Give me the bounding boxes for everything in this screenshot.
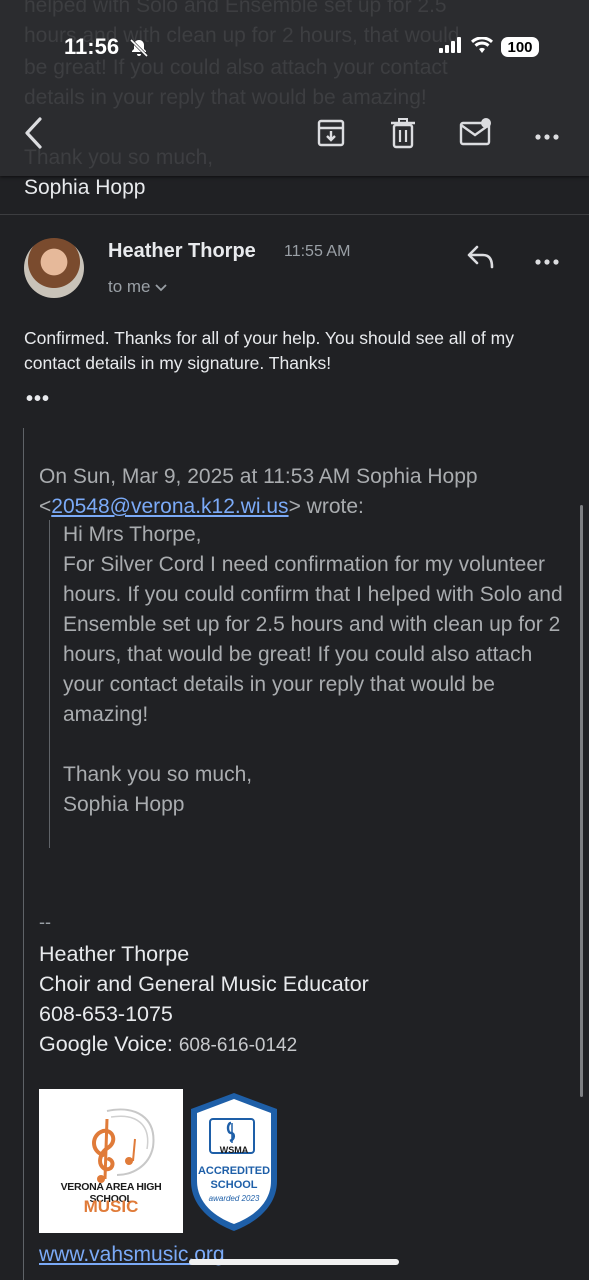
recipient-toggle[interactable]: to me bbox=[108, 277, 167, 297]
school-music-logo: VERONA AREA HIGH SCHOOL MUSIC bbox=[39, 1089, 183, 1233]
home-indicator[interactable] bbox=[189, 1259, 399, 1265]
avatar[interactable] bbox=[24, 238, 84, 298]
sender-name[interactable]: Heather Thorpe bbox=[108, 240, 256, 263]
signature-name: Heather Thorpe bbox=[39, 942, 190, 966]
inner-quote-rail bbox=[49, 520, 50, 848]
signature-title: Choir and General Music Educator bbox=[39, 972, 369, 996]
message-time: 11:55 AM bbox=[284, 243, 351, 260]
wsma-accredited-badge: WSMA ACCREDITED SCHOOL awarded 2023 bbox=[183, 1089, 285, 1233]
message-more-icon[interactable] bbox=[535, 253, 559, 271]
quoted-paragraph: For Silver Cord I need confirmation for … bbox=[63, 553, 563, 726]
sender-email-link[interactable]: 20548@verona.k12.wi.us bbox=[51, 495, 288, 518]
badge-line-3: awarded 2023 bbox=[208, 1194, 260, 1203]
quote-header: On Sun, Mar 9, 2025 at 11:53 AM Sophia H… bbox=[39, 462, 569, 522]
top-toolbar: helped with Solo and Ensemble set up for… bbox=[0, 0, 589, 176]
badge-line-1: ACCREDITED bbox=[197, 1165, 271, 1177]
status-icons: 100 bbox=[439, 35, 539, 58]
scrollbar[interactable] bbox=[580, 505, 583, 1097]
back-icon[interactable] bbox=[22, 116, 46, 155]
logo-music-word: MUSIC bbox=[83, 1197, 139, 1216]
signature-phone[interactable]: 608-653-1075 bbox=[39, 1002, 173, 1027]
quote-header-suffix: > wrote: bbox=[288, 495, 364, 518]
archive-icon[interactable] bbox=[316, 118, 346, 153]
recipient-label: to me bbox=[108, 277, 151, 296]
bell-off-icon bbox=[129, 38, 149, 63]
delete-icon[interactable] bbox=[390, 117, 416, 154]
more-icon[interactable] bbox=[535, 128, 559, 146]
cellular-signal-icon bbox=[439, 36, 463, 58]
google-voice-number[interactable]: 608-616-0142 bbox=[179, 1035, 297, 1056]
status-time: 11:56 bbox=[64, 34, 120, 59]
badge-line-2: SCHOOL bbox=[210, 1179, 258, 1191]
signature-google-voice: Google Voice: 608-616-0142 bbox=[39, 1032, 297, 1057]
show-trimmed-button[interactable]: ••• bbox=[26, 388, 50, 411]
badge-org: WSMA bbox=[219, 1145, 249, 1155]
chevron-down-icon bbox=[155, 277, 167, 296]
quoted-greeting: Hi Mrs Thorpe, bbox=[63, 523, 202, 546]
google-voice-label: Google Voice: bbox=[39, 1032, 173, 1056]
scrolled-text: Thank you so much, bbox=[24, 146, 214, 169]
wifi-icon bbox=[471, 35, 493, 58]
scrolled-text: details in your reply that would be amaz… bbox=[24, 86, 427, 109]
battery-indicator: 100 bbox=[501, 37, 539, 57]
quoted-name: Sophia Hopp bbox=[63, 793, 185, 816]
quoted-closing: Thank you so much, bbox=[63, 763, 253, 786]
quote-rail bbox=[23, 428, 24, 1280]
mark-unread-icon[interactable] bbox=[459, 117, 493, 152]
scrolled-text: helped with Solo and Ensemble set up for… bbox=[24, 0, 447, 17]
quoted-message: Hi Mrs Thorpe, For Silver Cord I need co… bbox=[63, 520, 563, 820]
reply-icon[interactable] bbox=[466, 244, 496, 275]
previous-signoff: Sophia Hopp bbox=[24, 176, 146, 199]
message-body: Confirmed. Thanks for all of your help. … bbox=[24, 328, 514, 373]
signature-separator: -- bbox=[39, 912, 51, 932]
